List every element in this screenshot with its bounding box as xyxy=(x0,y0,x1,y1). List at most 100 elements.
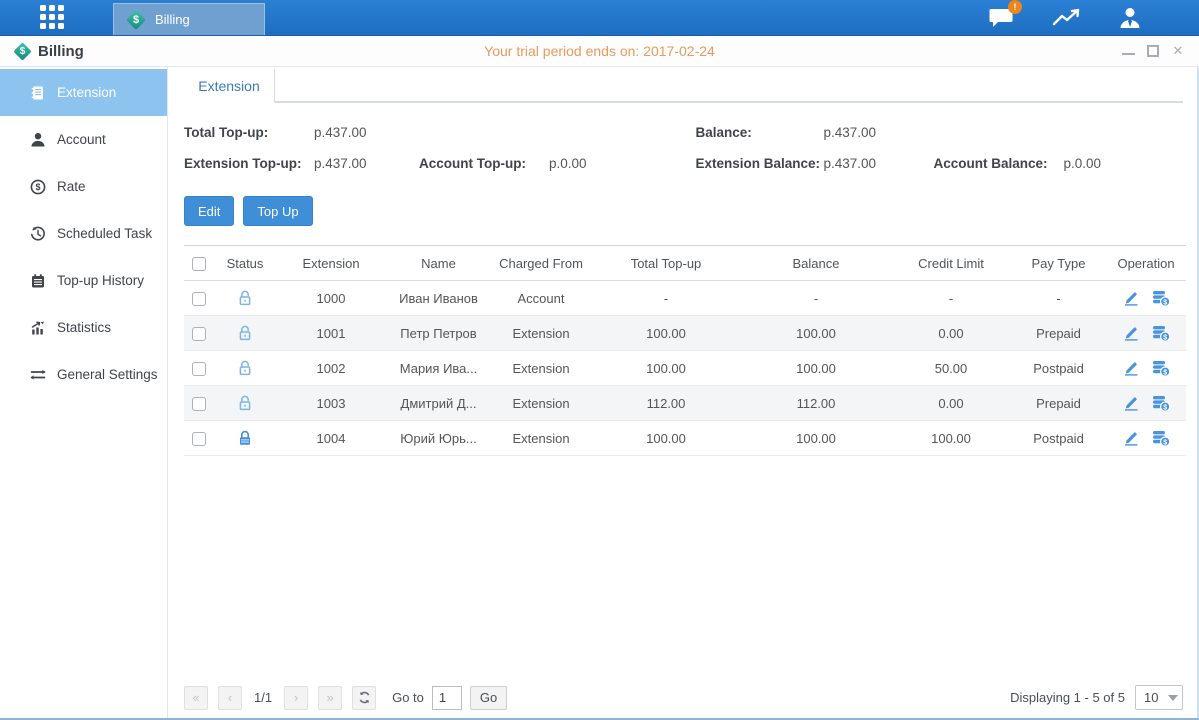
cell-balance: 112.00 xyxy=(741,386,891,421)
topup-row-icon[interactable]: $ xyxy=(1152,430,1171,447)
main-content: Extension Total Top-up: p.437.00 Extensi… xyxy=(168,67,1199,718)
account-balance-value: p.0.00 xyxy=(1064,156,1102,171)
total-topup-value: p.437.00 xyxy=(314,125,419,140)
displaying-text: Displaying 1 - 5 of 5 xyxy=(1010,690,1125,705)
edit-row-icon[interactable] xyxy=(1122,290,1140,306)
tab-extension[interactable]: Extension xyxy=(184,69,275,103)
messages-icon[interactable]: ! xyxy=(988,6,1016,30)
cell-charged-from: Extension xyxy=(491,351,591,386)
cell-pay-type: Postpaid xyxy=(1011,351,1106,386)
history-clock-icon xyxy=(30,226,46,242)
row-checkbox[interactable] xyxy=(192,292,206,306)
sidebar-item-statistics[interactable]: Statistics xyxy=(0,304,167,351)
cell-credit-limit: 0.00 xyxy=(891,386,1011,421)
sidebar-item-extension[interactable]: Extension xyxy=(0,69,167,116)
goto-label: Go to xyxy=(392,690,424,705)
account-balance-label: Account Balance: xyxy=(934,156,1064,171)
billing-diamond-icon: $ xyxy=(126,10,146,30)
cell-extension: 1003 xyxy=(276,386,386,421)
cell-name: Мария Ива... xyxy=(386,351,491,386)
cell-pay-type: Prepaid xyxy=(1011,386,1106,421)
next-page-button[interactable]: › xyxy=(284,686,308,710)
edit-button[interactable]: Edit xyxy=(184,196,234,226)
cell-balance: 100.00 xyxy=(741,351,891,386)
topup-row-icon[interactable]: $ xyxy=(1152,290,1171,307)
billing-diamond-icon: $ xyxy=(14,43,31,60)
reports-chart-icon[interactable] xyxy=(1052,6,1080,30)
cell-name: Петр Петров xyxy=(386,316,491,351)
notification-badge: ! xyxy=(1008,0,1022,14)
sidebar-item-general-settings[interactable]: General Settings xyxy=(0,351,167,398)
cell-credit-limit: - xyxy=(891,281,1011,316)
topup-row-icon[interactable]: $ xyxy=(1152,395,1171,412)
billing-app-tab[interactable]: $ Billing xyxy=(113,3,265,35)
col-charged-from: Charged From xyxy=(491,246,591,281)
minimize-button[interactable] xyxy=(1122,47,1135,55)
cell-extension: 1000 xyxy=(276,281,386,316)
row-checkbox[interactable] xyxy=(192,397,206,411)
sidebar-item-topup-history[interactable]: Top-up History xyxy=(0,257,167,304)
row-checkbox[interactable] xyxy=(192,327,206,341)
app-body: Extension Account $ Rate Scheduled Task … xyxy=(0,67,1199,718)
refresh-icon[interactable] xyxy=(352,686,376,710)
edit-row-icon[interactable] xyxy=(1122,395,1140,411)
system-topbar: $ Billing ! xyxy=(0,0,1199,36)
row-checkbox[interactable] xyxy=(192,432,206,446)
edit-row-icon[interactable] xyxy=(1122,325,1140,341)
table-row: 1003Дмитрий Д...Extension112.00112.000.0… xyxy=(184,386,1186,421)
topup-row-icon[interactable]: $ xyxy=(1152,325,1171,342)
col-total-topup: Total Top-up xyxy=(591,246,741,281)
cell-balance: - xyxy=(741,281,891,316)
sidebar-item-label: Rate xyxy=(57,179,86,194)
cell-extension: 1002 xyxy=(276,351,386,386)
unlocked-icon xyxy=(237,325,253,342)
cell-credit-limit: 100.00 xyxy=(891,421,1011,456)
unlocked-icon xyxy=(237,360,253,377)
col-operation: Operation xyxy=(1106,246,1186,281)
app-grid-icon[interactable] xyxy=(40,5,66,31)
sidebar-item-label: General Settings xyxy=(57,367,158,382)
billing-app-tab-label: Billing xyxy=(155,12,190,27)
svg-text:$: $ xyxy=(1163,369,1167,376)
top-up-button[interactable]: Top Up xyxy=(243,196,312,226)
table-row: 1000Иван ИвановAccount----$ xyxy=(184,281,1186,316)
cell-total-topup: 100.00 xyxy=(591,421,741,456)
extension-table: Status Extension Name Charged From Total… xyxy=(184,245,1186,456)
account-topup-value: p.0.00 xyxy=(549,156,587,171)
topbar-right: ! xyxy=(988,6,1144,30)
go-button[interactable]: Go xyxy=(470,686,507,710)
sidebar-item-label: Top-up History xyxy=(57,273,144,288)
sidebar-item-account[interactable]: Account xyxy=(0,116,167,163)
cell-charged-from: Extension xyxy=(491,386,591,421)
sidebar-item-scheduled-task[interactable]: Scheduled Task xyxy=(0,210,167,257)
edit-row-icon[interactable] xyxy=(1122,430,1140,446)
user-account-icon[interactable] xyxy=(1116,6,1144,30)
page-size-select[interactable]: 10 xyxy=(1135,685,1183,710)
cell-total-topup: - xyxy=(591,281,741,316)
last-page-button[interactable]: » xyxy=(318,686,342,710)
maximize-button[interactable] xyxy=(1147,45,1159,57)
sidebar-item-label: Extension xyxy=(57,85,116,100)
select-all-checkbox[interactable] xyxy=(192,257,206,271)
cell-charged-from: Extension xyxy=(491,316,591,351)
sidebar-item-label: Account xyxy=(57,132,106,147)
svg-text:$: $ xyxy=(1163,299,1167,306)
col-credit-limit: Credit Limit xyxy=(891,246,1011,281)
close-button[interactable]: ✕ xyxy=(1171,44,1185,58)
edit-row-icon[interactable] xyxy=(1122,360,1140,376)
extension-balance-value: p.437.00 xyxy=(824,156,934,171)
tabstrip: Extension xyxy=(184,69,1183,103)
goto-page-input[interactable] xyxy=(432,686,462,710)
topup-row-icon[interactable]: $ xyxy=(1152,360,1171,377)
first-page-button[interactable]: « xyxy=(184,686,208,710)
pagination-bar: « ‹ 1/1 › » Go to Go Displaying 1 - 5 of… xyxy=(184,685,1183,710)
cell-name: Дмитрий Д... xyxy=(386,386,491,421)
table-row: 1001Петр ПетровExtension100.00100.000.00… xyxy=(184,316,1186,351)
cell-balance: 100.00 xyxy=(741,421,891,456)
sidebar-item-rate[interactable]: $ Rate xyxy=(0,163,167,210)
trial-message: Your trial period ends on: 2017-02-24 xyxy=(0,43,1199,59)
row-checkbox[interactable] xyxy=(192,362,206,376)
prev-page-button[interactable]: ‹ xyxy=(218,686,242,710)
extension-topup-value: p.437.00 xyxy=(314,156,419,171)
tabstrip-rest xyxy=(275,69,1183,102)
